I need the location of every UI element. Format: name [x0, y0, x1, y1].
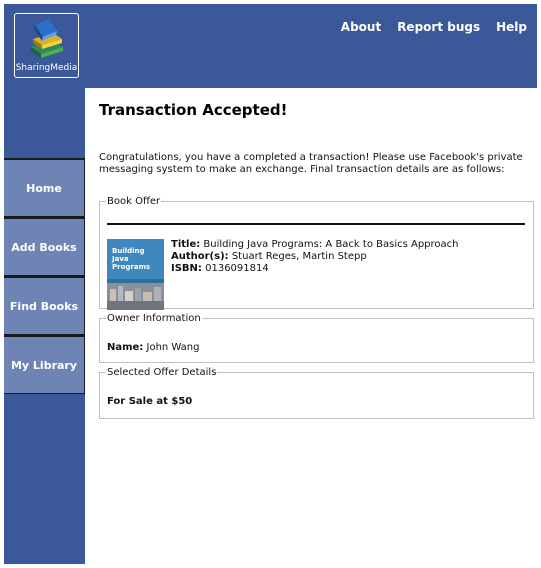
- isbn-label: ISBN:: [171, 263, 202, 274]
- main-content: Transaction Accepted! Congratulations, y…: [85, 88, 537, 564]
- sidebar-item-add-books[interactable]: Add Books: [4, 217, 85, 276]
- sidebar: Home Add Books Find Books My Library: [4, 88, 85, 564]
- owner-information-section: Owner Information Name: John Wang: [99, 313, 534, 363]
- book-isbn-row: ISBN: 0136091814: [171, 263, 459, 275]
- nav-help-link[interactable]: Help: [496, 20, 527, 34]
- title-value: Building Java Programs: A Back to Basics…: [200, 239, 459, 250]
- book-cover-image: Building Java Programs: [107, 239, 164, 310]
- sidebar-item-home[interactable]: Home: [4, 158, 85, 217]
- name-label: Name:: [107, 342, 144, 353]
- logo[interactable]: SharingMedia: [14, 13, 79, 78]
- cover-text-java: Java: [111, 255, 129, 263]
- name-value: John Wang: [143, 342, 200, 353]
- owner-name-row: Name: John Wang: [107, 342, 200, 353]
- authors-label: Author(s):: [171, 251, 229, 262]
- nav-about-link[interactable]: About: [341, 20, 381, 34]
- book-details: Title: Building Java Programs: A Back to…: [171, 239, 459, 275]
- selected-offer-legend: Selected Offer Details: [107, 367, 217, 378]
- isbn-value: 0136091814: [201, 263, 269, 274]
- book-offer-section: Book Offer Building Java Programs Title:…: [99, 196, 534, 310]
- offer-details-text: For Sale at $50: [107, 396, 193, 407]
- authors-value: Stuart Reges, Martin Stepp: [228, 251, 367, 262]
- book-authors-row: Author(s): Stuart Reges, Martin Stepp: [171, 251, 459, 263]
- owner-information-legend: Owner Information: [107, 313, 201, 324]
- title-label: Title:: [171, 239, 201, 250]
- header-bar: SharingMedia About Report bugs Help: [4, 4, 537, 88]
- selected-offer-section: Selected Offer Details For Sale at $50: [99, 367, 534, 419]
- book-title-row: Title: Building Java Programs: A Back to…: [171, 239, 459, 251]
- cover-text-programs: Programs: [112, 263, 150, 271]
- page-title: Transaction Accepted!: [99, 101, 288, 119]
- top-nav: About Report bugs Help: [325, 20, 527, 34]
- logo-text: SharingMedia: [15, 63, 78, 73]
- intro-text: Congratulations, you have a completed a …: [99, 152, 523, 175]
- nav-report-bugs-link[interactable]: Report bugs: [397, 20, 480, 34]
- books-logo-icon: [31, 19, 63, 58]
- book-offer-legend: Book Offer: [107, 196, 161, 207]
- cover-text-building: Building: [112, 247, 145, 255]
- sidebar-item-find-books[interactable]: Find Books: [4, 276, 85, 335]
- divider: [107, 223, 525, 225]
- sidebar-item-my-library[interactable]: My Library: [4, 335, 85, 394]
